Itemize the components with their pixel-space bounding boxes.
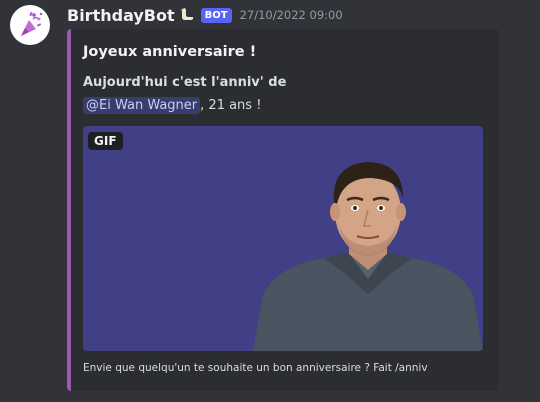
embed-accent-bar [67,29,71,391]
bot-avatar[interactable] [10,5,50,45]
message-header: BirthdayBot BOT 27/10/2022 09:00 [67,4,343,26]
person-image [253,162,483,351]
gif-badge: GIF [88,132,123,150]
goose-icon [180,7,195,24]
embed-title: Joyeux anniversaire ! [83,44,257,60]
username[interactable]: BirthdayBot [67,6,175,25]
embed-description-line2: @Ei Wan Wagner , 21 ans ! [83,95,261,115]
party-popper-icon [21,11,43,36]
bot-badge: BOT [200,7,232,23]
embed-footer: Envie que quelqu'un te souhaite un bon a… [83,362,428,374]
embed-description: Aujourd'hui c'est l'anniv' de [83,75,287,90]
embed-age-text: , 21 ans ! [200,97,262,113]
user-mention[interactable]: @Ei Wan Wagner [83,96,201,114]
message-timestamp[interactable]: 27/10/2022 09:00 [240,8,343,22]
embed-gif[interactable]: GIF [83,126,483,351]
birthday-embed: Joyeux anniversaire ! Aujourd'hui c'est … [67,29,499,391]
